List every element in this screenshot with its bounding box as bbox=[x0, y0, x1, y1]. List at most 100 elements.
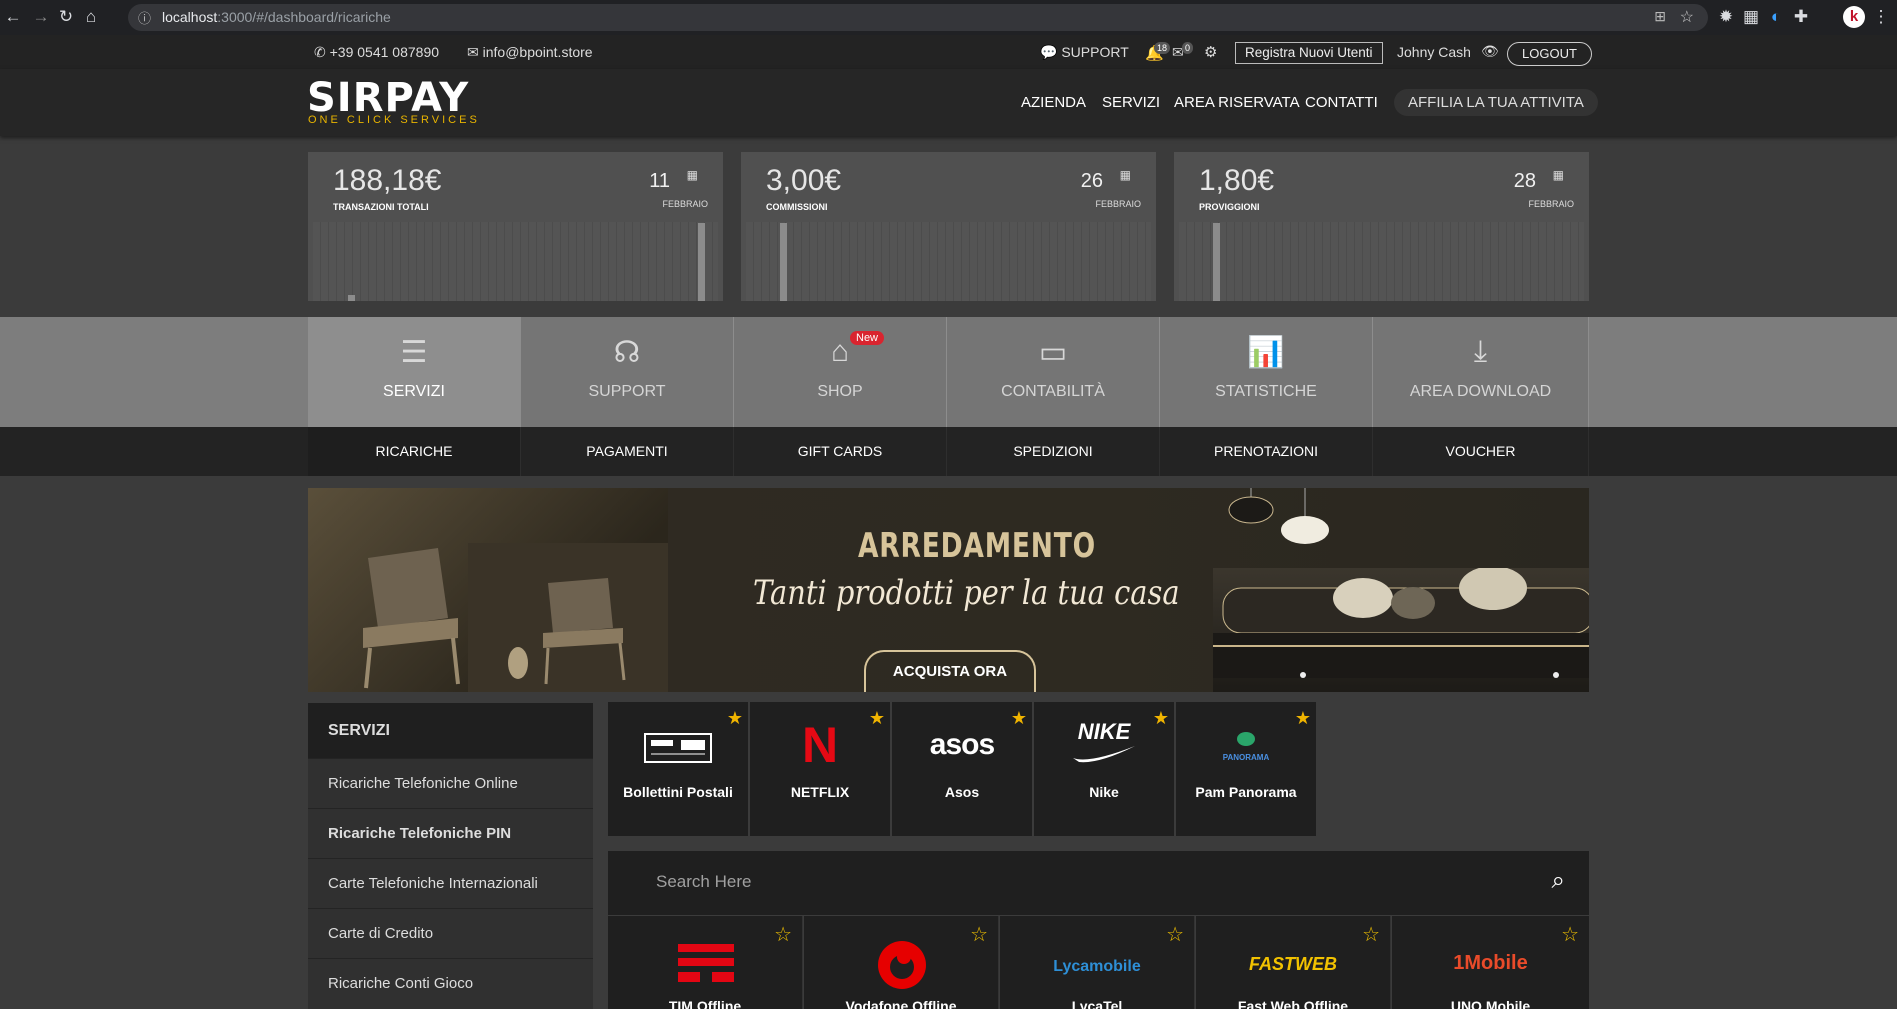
profile-avatar[interactable]: k bbox=[1843, 6, 1865, 28]
extension-it-icon[interactable]: ◐ bbox=[1765, 6, 1787, 28]
fav-netflix[interactable]: ★ N NETFLIX bbox=[750, 702, 890, 836]
headset-icon: ☊ bbox=[613, 336, 641, 369]
tab-servizi[interactable]: ☰ SERVIZI bbox=[308, 317, 521, 427]
star-outline-icon[interactable]: ☆ bbox=[970, 922, 988, 947]
bollettini-logo bbox=[608, 720, 748, 770]
subtab-gift-cards[interactable]: GIFT CARDS bbox=[734, 427, 947, 476]
netflix-logo: N bbox=[801, 717, 839, 773]
operator-vodafone[interactable]: ☆ Vodafone Offline bbox=[804, 916, 999, 1009]
support-link[interactable]: 💬 SUPPORT bbox=[1040, 44, 1129, 61]
search-bar: ⌕ bbox=[608, 851, 1589, 915]
acquista-ora-button[interactable]: ACQUISTA ORA bbox=[864, 650, 1036, 692]
sidebar-item-ricariche-online[interactable]: Ricariche Telefoniche Online bbox=[308, 758, 593, 808]
sidebar-item-ricariche-pin[interactable]: Ricariche Telefoniche PIN bbox=[308, 808, 593, 858]
address-bar[interactable]: ⓘ localhost:3000/#/dashboard/ricariche ⊞… bbox=[128, 4, 1708, 31]
main-header: SIRPAY ONE CLICK SERVICES AZIENDA SERVIZ… bbox=[0, 69, 1897, 136]
fav-label: NETFLIX bbox=[790, 784, 850, 800]
panorama-logo: PANORAMA bbox=[1176, 720, 1316, 770]
affilia-button[interactable]: AFFILIA LA TUA ATTIVITA bbox=[1394, 89, 1598, 116]
menu-dots-icon[interactable]: ⋮ bbox=[1870, 6, 1892, 28]
subtab-prenotazioni[interactable]: PRENOTAZIONI bbox=[1160, 427, 1373, 476]
nav-azienda[interactable]: AZIENDA bbox=[1021, 94, 1086, 111]
nike-wordmark: NIKE bbox=[1077, 719, 1131, 744]
pendant-lamps bbox=[1228, 488, 1329, 544]
stat-day: 28 bbox=[1513, 170, 1536, 192]
fav-nike[interactable]: ★ NIKE Nike bbox=[1034, 702, 1174, 836]
fav-pam-panorama[interactable]: ★ PANORAMA Pam Panorama bbox=[1176, 702, 1316, 836]
tab-label: AREA DOWNLOAD bbox=[1409, 383, 1552, 400]
email-link[interactable]: ✉ info@bpoint.store bbox=[467, 44, 593, 61]
puzzle-icon[interactable]: ✚ bbox=[1790, 6, 1812, 28]
panorama-wordmark: PANORAMA bbox=[1222, 753, 1270, 762]
download-icon: ⤓ bbox=[1473, 335, 1488, 368]
stat-day: 26 bbox=[1080, 170, 1103, 192]
sub-tabs: RICARICHE PAGAMENTI GIFT CARDS SPEDIZION… bbox=[0, 427, 1897, 476]
nav-servizi[interactable]: SERVIZI bbox=[1102, 94, 1160, 111]
register-users-button[interactable]: Registra Nuovi Utenti bbox=[1235, 42, 1383, 64]
star-outline-icon[interactable]: ☆ bbox=[1166, 922, 1184, 947]
info-icon[interactable]: ⓘ bbox=[138, 8, 151, 27]
promo-banner[interactable]: ARREDAMENTO Tanti prodotti per la tua ca… bbox=[308, 488, 1589, 692]
search-icon[interactable]: ⌕ bbox=[1552, 867, 1565, 895]
star-outline-icon[interactable]: ☆ bbox=[1362, 922, 1380, 947]
operator-uno-mobile[interactable]: ☆ 1Mobile UNO Mobile bbox=[1392, 916, 1589, 1009]
nav-area-riservata[interactable]: AREA RISERVATA bbox=[1174, 94, 1300, 111]
services-sidebar: SERVIZI Ricariche Telefoniche Online Ric… bbox=[308, 703, 593, 1009]
translate-icon[interactable]: ⊞ bbox=[1654, 8, 1666, 25]
home-icon[interactable]: ⌂ bbox=[80, 6, 102, 28]
search-input[interactable] bbox=[656, 869, 1456, 895]
back-icon[interactable]: ← bbox=[2, 6, 24, 28]
stat-month: FEBBRAIO bbox=[662, 199, 708, 209]
lycamobile-logo: Lycamobile bbox=[1053, 958, 1141, 975]
fav-asos[interactable]: ★ asos Asos bbox=[892, 702, 1032, 836]
star-outline-icon[interactable]: ☆ bbox=[1561, 922, 1579, 947]
list-icon: ☰ bbox=[400, 336, 428, 369]
subtab-ricariche[interactable]: RICARICHE bbox=[308, 427, 521, 476]
user-name: Johny Cash bbox=[1397, 44, 1471, 60]
main-tabs: ☰ SERVIZI ☊ SUPPORT ⌂ New SHOP ▭ CONTABI… bbox=[0, 317, 1897, 427]
sofa-image bbox=[1213, 566, 1589, 692]
sofa-illustration bbox=[1213, 566, 1589, 678]
nike-logo: NIKE bbox=[1034, 720, 1174, 770]
calculator-ext-icon[interactable]: ▦ bbox=[1740, 6, 1762, 28]
tab-statistiche[interactable]: 📊 STATISTICHE bbox=[1160, 317, 1373, 427]
tab-shop[interactable]: ⌂ New SHOP bbox=[734, 317, 947, 427]
fav-bollettini[interactable]: ★ Bollettini Postali bbox=[608, 702, 748, 836]
vodafone-logo bbox=[878, 941, 926, 989]
phone-link[interactable]: ✆ +39 0541 087890 bbox=[314, 44, 439, 61]
banner-subtitle: Tanti prodotti per la tua casa bbox=[753, 573, 1180, 613]
gear-icon[interactable]: ⚙ bbox=[1204, 43, 1217, 61]
calendar-icon: ▦ bbox=[1552, 168, 1564, 182]
tab-label: SUPPORT bbox=[588, 383, 666, 400]
subtab-pagamenti[interactable]: PAGAMENTI bbox=[521, 427, 734, 476]
reload-icon[interactable]: ↻ bbox=[55, 6, 77, 28]
sidebar-item-carte-credito[interactable]: Carte di Credito bbox=[308, 908, 593, 958]
tab-contabilita[interactable]: ▭ CONTABILITÀ bbox=[947, 317, 1160, 427]
subtab-voucher[interactable]: VOUCHER bbox=[1373, 427, 1589, 476]
url-text: localhost:3000/#/dashboard/ricariche bbox=[162, 9, 391, 25]
browser-toolbar: ← → ↻ ⌂ ⓘ localhost:3000/#/dashboard/ric… bbox=[0, 0, 1897, 35]
subtab-spedizioni[interactable]: SPEDIZIONI bbox=[947, 427, 1160, 476]
bookmark-star-icon[interactable]: ☆ bbox=[1680, 7, 1694, 27]
settings-ext-icon[interactable]: ✹ bbox=[1715, 6, 1737, 28]
tab-area-download[interactable]: ⤓ AREA DOWNLOAD bbox=[1373, 317, 1589, 427]
operator-tim[interactable]: ☆ TIM Offline bbox=[608, 916, 803, 1009]
stat-month: FEBBRAIO bbox=[1528, 199, 1574, 209]
forward-icon[interactable]: → bbox=[30, 6, 52, 28]
tab-label: CONTABILITÀ bbox=[1001, 383, 1105, 400]
stat-label: TRANSAZIONI TOTALI bbox=[333, 202, 429, 212]
eye-icon[interactable]: 👁 bbox=[1481, 43, 1499, 60]
stat-card-transazioni: 188,18€ TRANSAZIONI TOTALI 11 ▦ FEBBRAIO bbox=[308, 152, 723, 301]
tab-label: SERVIZI bbox=[383, 383, 445, 400]
operator-lycatel[interactable]: ☆ Lycamobile LycaTel bbox=[1000, 916, 1195, 1009]
tab-support[interactable]: ☊ SUPPORT bbox=[521, 317, 734, 427]
sidebar-item-carte-internazionali[interactable]: Carte Telefoniche Internazionali bbox=[308, 858, 593, 908]
banner-title: ARREDAMENTO bbox=[858, 526, 1096, 566]
message-count: 0 bbox=[1182, 42, 1194, 54]
nav-contatti[interactable]: CONTATTI bbox=[1305, 94, 1378, 111]
logout-button[interactable]: LOGOUT bbox=[1507, 42, 1592, 66]
star-outline-icon[interactable]: ☆ bbox=[774, 922, 792, 947]
sidebar-item-conti-gioco[interactable]: Ricariche Conti Gioco bbox=[308, 958, 593, 1008]
operator-fastweb[interactable]: ☆ FASTWEB Fast Web Offline bbox=[1196, 916, 1391, 1009]
stat-label: PROVIGGIONI bbox=[1199, 202, 1260, 212]
